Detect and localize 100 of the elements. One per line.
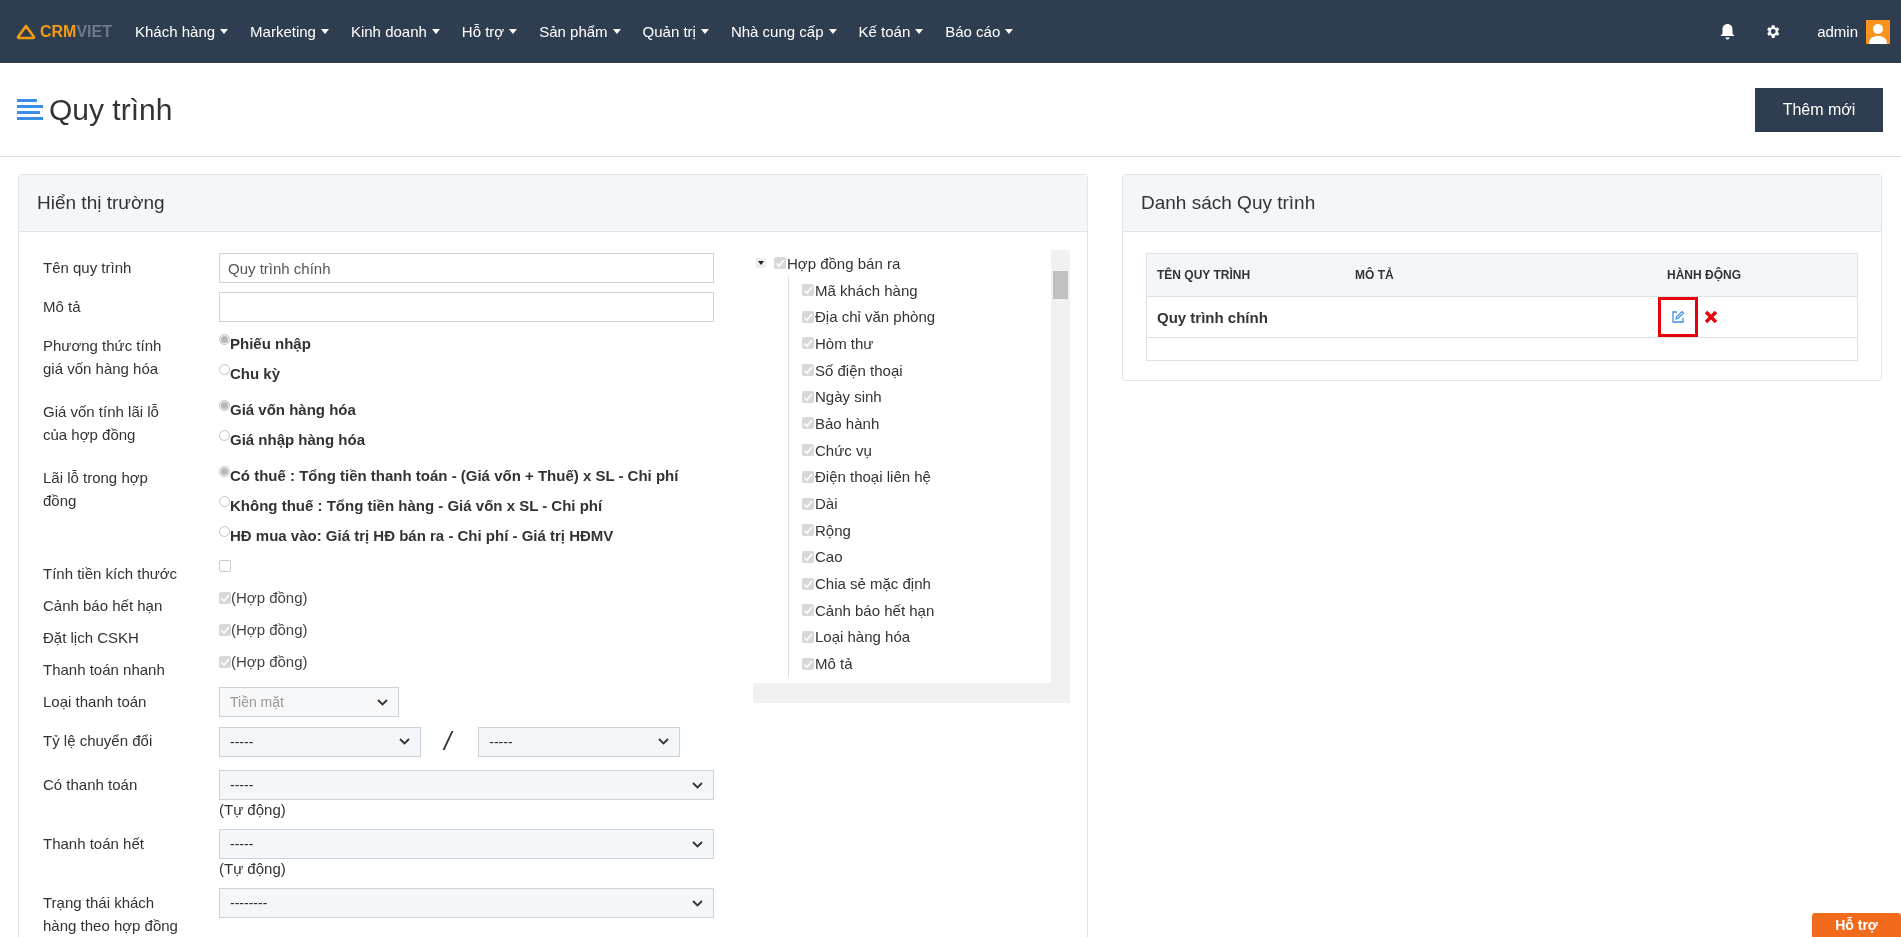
tree-item[interactable]: Cao bbox=[815, 548, 843, 566]
radio-label: HĐ mua vào: Giá trị HĐ bán ra - Chi phí - Giá trị HĐMV bbox=[230, 526, 614, 544]
column-header: HÀNH ĐỘNG bbox=[1667, 268, 1742, 282]
nav-menu-item[interactable]: Sản phẩm bbox=[528, 11, 632, 52]
radio-button[interactable] bbox=[219, 399, 230, 411]
list-icon bbox=[17, 98, 43, 121]
caret-icon bbox=[1005, 29, 1014, 34]
radio-button[interactable] bbox=[219, 465, 230, 477]
tree-item[interactable]: Dài bbox=[815, 495, 838, 513]
checkbox[interactable] bbox=[802, 470, 814, 483]
nav-menu-item[interactable]: Kế toán bbox=[847, 11, 935, 52]
text-field[interactable]: Quy trình chính bbox=[219, 253, 714, 283]
bell-icon[interactable] bbox=[1719, 22, 1737, 41]
delete-icon[interactable] bbox=[1704, 310, 1718, 324]
radio-label: Phiếu nhập bbox=[230, 334, 311, 352]
checkbox-note: (Hợp đồng) bbox=[231, 653, 308, 670]
radio-button[interactable] bbox=[219, 495, 230, 507]
checkbox[interactable] bbox=[219, 624, 231, 636]
checkbox[interactable] bbox=[802, 284, 814, 297]
checkbox-note: (Hợp đồng) bbox=[231, 621, 308, 638]
tree-item[interactable]: Ngày sinh bbox=[815, 388, 882, 406]
tree-item[interactable]: Cảnh báo hết hạn bbox=[815, 601, 935, 619]
radio-button[interactable] bbox=[219, 333, 230, 345]
field-label: Phương thức tính giá vốn hàng hóa bbox=[43, 336, 163, 379]
nav-menu-item[interactable]: Kinh doanh bbox=[339, 11, 451, 52]
settings-icon[interactable] bbox=[1764, 23, 1782, 40]
chevron-icon bbox=[658, 738, 670, 745]
nav-menu-item[interactable]: Quản trị bbox=[631, 11, 720, 52]
tree-item[interactable]: Chia sẻ mặc định bbox=[815, 575, 931, 593]
pencil-icon bbox=[1671, 310, 1685, 324]
radio-button[interactable] bbox=[219, 525, 230, 537]
chevron-icon bbox=[692, 840, 703, 848]
tree-item[interactable]: Loại hàng hóa bbox=[815, 628, 911, 646]
field-label: Giá vốn tính lãi lỗ của hợp đồng bbox=[43, 402, 160, 445]
radio-label: Giá vốn hàng hóa bbox=[230, 400, 356, 418]
tree-item[interactable]: Địa chỉ văn phòng bbox=[815, 308, 936, 326]
separator: / bbox=[444, 726, 452, 757]
checkbox[interactable] bbox=[802, 364, 814, 377]
nav-menu-item[interactable]: Nhà cung cấp bbox=[719, 11, 848, 52]
column-header: TÊN QUY TRÌNH bbox=[1157, 268, 1252, 282]
dropdown[interactable]: -------- bbox=[219, 888, 714, 918]
checkbox[interactable] bbox=[802, 524, 814, 537]
tree-item[interactable]: Bảo hành bbox=[815, 414, 880, 432]
chevron-icon bbox=[399, 738, 410, 745]
field-note: (Tự động) bbox=[219, 800, 287, 820]
checkbox[interactable] bbox=[802, 630, 814, 643]
radio-label: Không thuế : Tổng tiền hàng - Giá vốn x SL - Chi phí bbox=[230, 496, 603, 514]
panel-title: Hiển thị trường bbox=[19, 175, 1087, 232]
field-label: Mô tả bbox=[43, 297, 82, 317]
vertical-scrollbar[interactable] bbox=[1051, 250, 1070, 683]
tree-item[interactable]: Mã khách hàng bbox=[815, 281, 918, 299]
checkbox[interactable] bbox=[802, 444, 814, 457]
nav-menu-item[interactable]: Marketing bbox=[239, 11, 340, 52]
checkbox[interactable] bbox=[802, 417, 814, 430]
radio-button[interactable] bbox=[219, 429, 230, 441]
tree-item[interactable]: Điện thoại liên hệ bbox=[815, 468, 931, 486]
nav-menu-item[interactable]: Khách hàng bbox=[124, 11, 240, 52]
tree-item[interactable]: Chức vụ bbox=[815, 441, 872, 459]
checkbox[interactable] bbox=[219, 560, 231, 572]
caret-icon bbox=[612, 29, 621, 34]
logo-icon bbox=[16, 23, 36, 40]
edit-button[interactable] bbox=[1658, 297, 1698, 337]
checkbox[interactable] bbox=[219, 656, 231, 668]
tree-item[interactable]: Hòm thư bbox=[815, 334, 874, 352]
caret-icon bbox=[509, 29, 518, 34]
checkbox[interactable] bbox=[802, 550, 814, 563]
checkbox[interactable] bbox=[802, 657, 814, 670]
radio-button[interactable] bbox=[219, 363, 230, 375]
checkbox[interactable] bbox=[802, 577, 814, 590]
collapse-toggle[interactable] bbox=[756, 258, 766, 269]
tree-item[interactable]: Rộng bbox=[815, 521, 851, 539]
tree-item[interactable]: Số điện thoại bbox=[815, 361, 903, 379]
dropdown[interactable]: ----- bbox=[219, 726, 421, 757]
checkbox[interactable] bbox=[802, 497, 814, 510]
checkbox-note: (Hợp đồng) bbox=[231, 589, 308, 606]
checkbox[interactable] bbox=[802, 604, 814, 617]
user-name[interactable]: admin bbox=[1817, 23, 1858, 40]
checkbox[interactable] bbox=[802, 390, 814, 403]
field-label: Lãi lỗ trong hợp đồng bbox=[43, 468, 149, 511]
checkbox[interactable] bbox=[802, 310, 814, 323]
add-new-button[interactable]: Thêm mới bbox=[1755, 87, 1883, 132]
field-label: Đặt lịch CSKH bbox=[43, 628, 140, 648]
dropdown[interactable]: ----- bbox=[219, 770, 714, 800]
field-label: Loại thanh toán bbox=[43, 692, 148, 712]
checkbox[interactable] bbox=[774, 257, 786, 270]
dropdown[interactable]: ----- bbox=[478, 726, 681, 757]
text-field[interactable] bbox=[219, 292, 714, 322]
page-title: Quy trình bbox=[49, 92, 173, 127]
tree-item[interactable]: Mô tả bbox=[815, 655, 853, 673]
checkbox[interactable] bbox=[802, 337, 814, 350]
tree-item[interactable]: Hợp đồng bán ra bbox=[787, 254, 901, 272]
field-label: Tên quy trình bbox=[43, 258, 133, 278]
checkbox[interactable] bbox=[219, 592, 231, 604]
nav-menu-item[interactable]: Báo cáo bbox=[934, 11, 1025, 52]
caret-icon bbox=[320, 29, 329, 34]
field-label: Có thanh toán bbox=[43, 775, 139, 795]
chevron-icon bbox=[377, 698, 388, 706]
nav-menu-item[interactable]: Hỗ trợ bbox=[450, 11, 529, 52]
dropdown[interactable]: ----- bbox=[219, 829, 714, 859]
field-label: Tính tiền kích thước bbox=[43, 564, 179, 584]
